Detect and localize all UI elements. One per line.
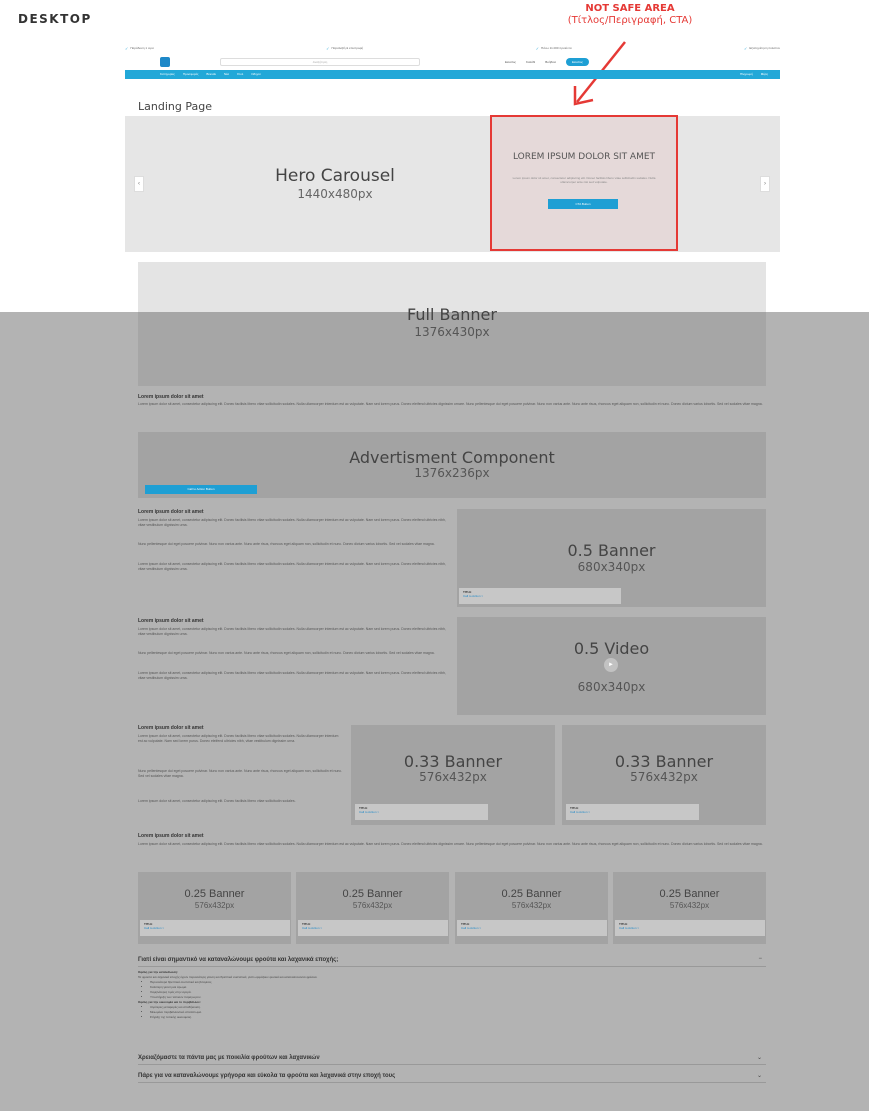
hero-title: Hero Carousel	[275, 166, 395, 186]
chevron-down-icon[interactable]: ⌄	[757, 1054, 762, 1061]
header-actions: Είσοδος Καλάθι Βοήθεια Είσοδος	[505, 58, 589, 66]
row-paragraph: Nunc pellentesque dui eget posuere pulvi…	[138, 542, 435, 546]
chevron-down-icon[interactable]: ⌄	[757, 1072, 762, 1079]
not-safe-area-subtitle: (Τίτλος/Περιγραφή, CTA)	[567, 15, 693, 26]
quarter-banner-dimensions: 576x432px	[352, 901, 393, 910]
login-button[interactable]: Είσοδος	[565, 58, 589, 66]
main-navigation: Κατηγορίες Προσφορές Brands Νέα Στυλ Οδη…	[125, 70, 780, 79]
text-block-body: Lorem ipsum dolor sit amet, consectetur …	[138, 842, 763, 846]
faq-item[interactable]: Πάρε για να καταναλώνουμε γρήγορα και εύ…	[138, 1071, 766, 1083]
usp-item: Παραλαβή & επιστροφή	[326, 43, 364, 53]
not-safe-area-title: NOT SAFE AREA	[585, 3, 675, 14]
collapse-icon[interactable]: −	[758, 956, 762, 962]
help-link[interactable]: Βοήθεια	[545, 60, 556, 64]
quarter-banner-title: 0.25 Banner	[659, 888, 720, 900]
hero-cta-button[interactable]: CTA Button	[548, 199, 618, 209]
half-video-dimensions: 680x340px	[577, 680, 646, 694]
hero-headline: LOREM IPSUM DOLOR SIT AMET	[512, 152, 656, 162]
row-paragraph: Nunc pellentesque dui eget posuere pulvi…	[138, 651, 435, 655]
row-paragraph: Lorem ipsum dolor sit amet, consectetur …	[138, 627, 446, 636]
faq-answer-list: Λιγότερες μεταφορές και αποθήκευση. Μειω…	[138, 1005, 766, 1020]
faq-question: Γιατί είναι σημαντικό να καταναλώνουμε φ…	[138, 957, 339, 963]
faq-item[interactable]: Χρειαζόμαστε τα πάντα μας με ποικιλία φρ…	[138, 1053, 766, 1065]
third-banner-dimensions: 576x432px	[419, 770, 487, 784]
third-banner-title: 0.33 Banner	[614, 752, 714, 771]
full-banner-dimensions: 1376x430px	[414, 325, 490, 339]
row-paragraph: Lorem ipsum dolor sit amet, consectetur …	[138, 799, 296, 803]
nav-item[interactable]: Κατηγορίες	[160, 72, 175, 76]
quarter-banner-caption: TITLE Call to Action >	[615, 920, 765, 936]
caption-link[interactable]: Call to Action >	[144, 926, 286, 930]
search-input[interactable]: Αναζήτηση	[220, 58, 420, 66]
nav-item[interactable]: Οδηγοί	[251, 72, 261, 76]
nav-item[interactable]: Νέα	[224, 72, 229, 76]
half-video-title: 0.5 Video	[573, 639, 650, 658]
advertisment-cta-button[interactable]: Call to Action Button	[145, 485, 257, 494]
faq-question: Πάρε για να καταναλώνουμε γρήγορα και εύ…	[138, 1073, 396, 1079]
nav-item[interactable]: Μέρη	[761, 72, 768, 76]
advertisment-dimensions: 1376x236px	[414, 466, 490, 480]
row-title: Lorem ipsum dolor sit amet	[138, 509, 204, 515]
row-paragraph: Lorem ipsum dolor sit amet, consectetur …	[138, 518, 446, 527]
row-title: Lorem ipsum dolor sit amet	[138, 618, 204, 624]
hero-body-text: Lorem ipsum dolor sit amet, consectetur …	[512, 176, 656, 184]
half-banner-caption: TITLE Call to Action >	[459, 588, 621, 604]
list-item: Στήριξη της τοπικής οικονομίας.	[150, 1015, 766, 1020]
caption-link[interactable]: Call to Action >	[463, 594, 617, 598]
caption-link[interactable]: Call to Action >	[570, 810, 695, 814]
hero-dimensions: 1440x480px	[297, 187, 373, 201]
row-paragraph: Lorem ipsum dolor sit amet, consectetur …	[138, 562, 446, 571]
nav-item[interactable]: Στυλ	[237, 72, 243, 76]
half-banner-dimensions: 680x340px	[577, 560, 646, 574]
quarter-banner-dimensions: 576x432px	[511, 901, 552, 910]
carousel-next-button[interactable]: ›	[760, 176, 770, 192]
caption-link[interactable]: Call to Action >	[619, 926, 761, 930]
row-paragraph: Nunc pellentesque dui eget posuere pulvi…	[138, 769, 343, 778]
page-title: Landing Page	[138, 100, 212, 113]
usp-bar: Παράδοση 1 ώρα Παραλαβή & επιστροφή Πάνω…	[125, 43, 780, 53]
usp-item: Εξυπηρέτηση πελατών	[744, 43, 780, 53]
text-block-body: Lorem ipsum dolor sit amet, consectetur …	[138, 402, 763, 406]
faq-question: Χρειαζόμαστε τα πάντα μας με ποικιλία φρ…	[138, 1055, 320, 1061]
text-block-title: Lorem ipsum dolor sit amet	[138, 394, 204, 400]
row-paragraph: Lorem ipsum dolor sit amet, consectetur …	[138, 671, 446, 680]
usp-item: Παράδοση 1 ώρα	[125, 43, 153, 53]
text-block-title: Lorem ipsum dolor sit amet	[138, 833, 204, 839]
usp-item: Πάνω 11.000 προϊόντα	[536, 43, 572, 53]
advertisment-title: Advertisment Component	[349, 448, 555, 467]
hero-carousel[interactable]	[125, 116, 780, 252]
quarter-banner-title: 0.25 Banner	[184, 888, 245, 900]
caption-link[interactable]: Call to Action >	[302, 926, 444, 930]
quarter-banner-title: 0.25 Banner	[342, 888, 403, 900]
full-banner-title: Full Banner	[407, 305, 497, 324]
nav-item[interactable]: Πληρωμή	[740, 72, 753, 76]
quarter-banner-caption: TITLE Call to Action >	[298, 920, 448, 936]
quarter-banner-dimensions: 576x432px	[669, 901, 710, 910]
carousel-prev-button[interactable]: ‹	[134, 176, 144, 192]
third-banner-caption: TITLE Call to Action >	[566, 804, 699, 820]
faq-item-expanded[interactable]: Γιατί είναι σημαντικό να καταναλώνουμε φ…	[138, 955, 766, 967]
half-banner-title: 0.5 Banner	[567, 541, 656, 560]
play-icon[interactable]: ►	[604, 658, 618, 672]
device-label: DESKTOP	[18, 12, 92, 26]
cart-link[interactable]: Καλάθι	[526, 60, 535, 64]
faq-answer-list: Περισσότερα θρεπτικά συστατικά και βιταμ…	[138, 980, 766, 1000]
caption-link[interactable]: Call to Action >	[359, 810, 484, 814]
row-title: Lorem ipsum dolor sit amet	[138, 725, 204, 731]
account-link[interactable]: Είσοδος	[505, 60, 516, 64]
quarter-banner-dimensions: 576x432px	[194, 901, 235, 910]
site-logo[interactable]	[160, 57, 170, 67]
nav-item[interactable]: Brands	[206, 72, 216, 76]
quarter-banner-caption: TITLE Call to Action >	[457, 920, 607, 936]
quarter-banner-caption: TITLE Call to Action >	[140, 920, 290, 936]
third-banner-dimensions: 576x432px	[630, 770, 698, 784]
faq-answer: Οφέλη για την κατανάλωση: Τα φρούτα και …	[138, 970, 766, 1020]
nav-item[interactable]: Προσφορές	[183, 72, 199, 76]
caption-link[interactable]: Call to Action >	[461, 926, 603, 930]
third-banner-caption: TITLE Call to Action >	[355, 804, 488, 820]
quarter-banner-title: 0.25 Banner	[501, 888, 562, 900]
third-banner-title: 0.33 Banner	[403, 752, 503, 771]
row-paragraph: Lorem ipsum dolor sit amet, consectetur …	[138, 734, 339, 743]
